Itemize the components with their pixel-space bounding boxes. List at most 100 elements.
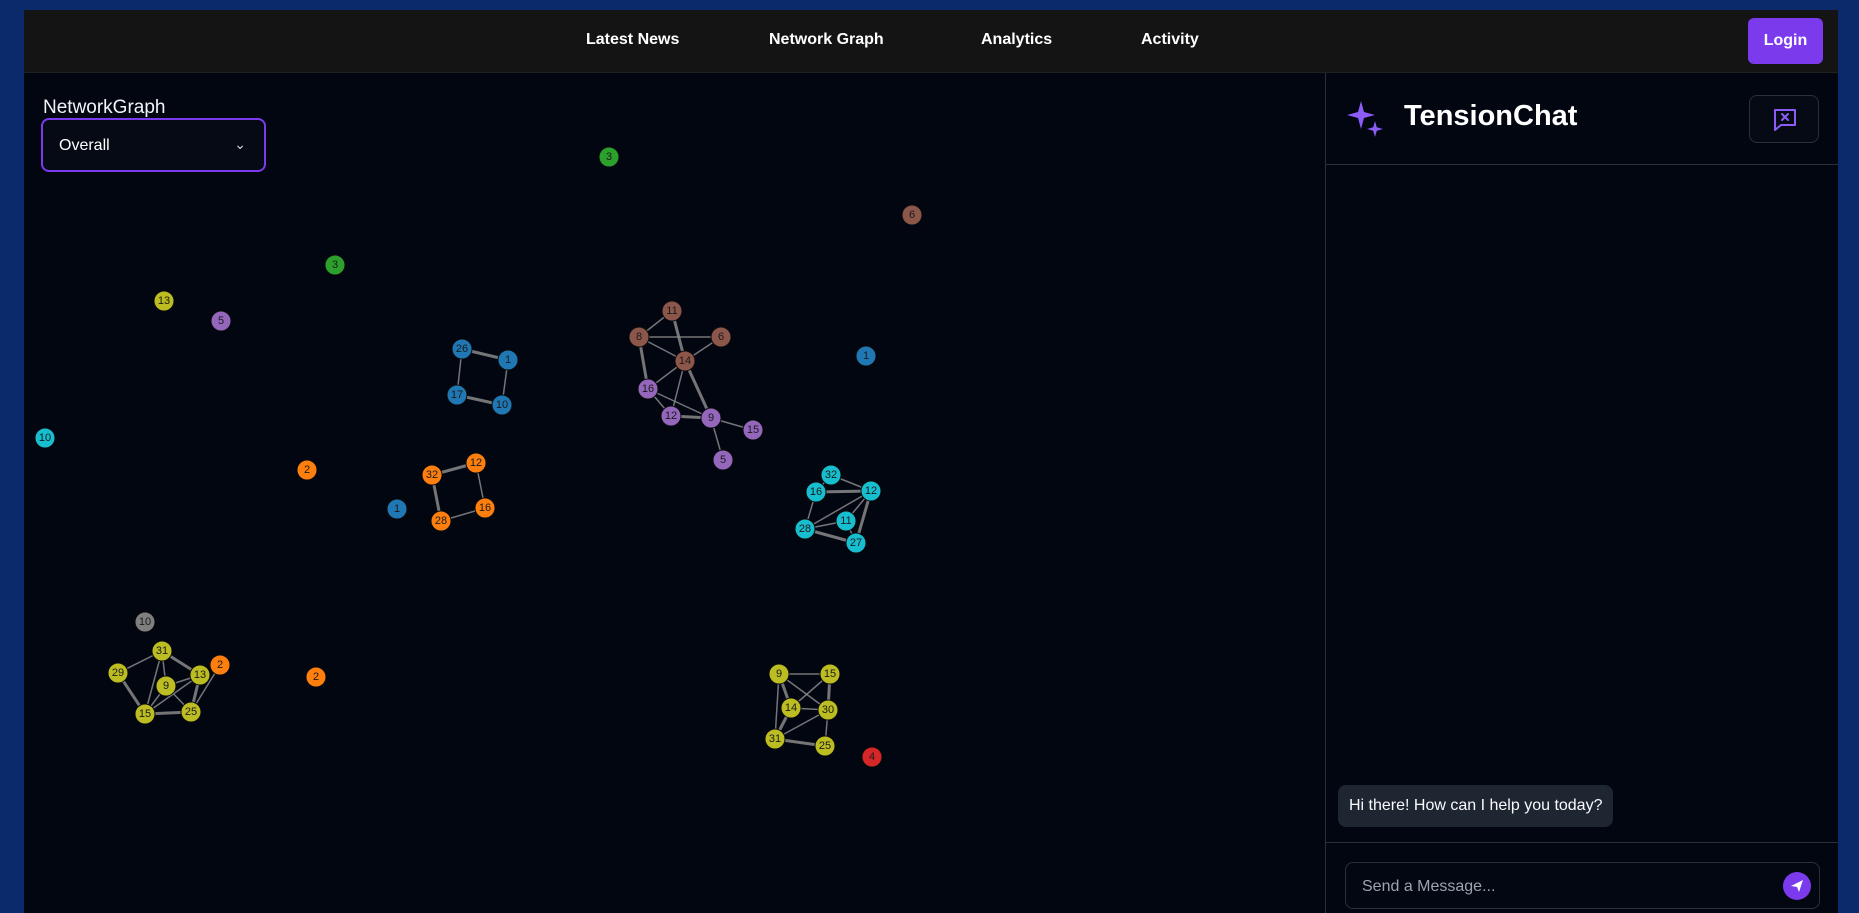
send-message-button[interactable] — [1783, 872, 1811, 900]
graph-node-label: 2 — [217, 659, 223, 671]
chat-message-bot: Hi there! How can I help you today? — [1338, 785, 1614, 827]
graph-node[interactable]: 31 — [764, 728, 786, 750]
graph-node-label: 6 — [909, 209, 915, 221]
graph-node[interactable]: 9 — [155, 675, 177, 697]
graph-node[interactable]: 3 — [324, 254, 346, 276]
app-window: Latest News Network Graph Analytics Acti… — [24, 10, 1838, 913]
graph-node[interactable]: 14 — [780, 697, 802, 719]
graph-node[interactable]: 10 — [34, 427, 56, 449]
close-chat-button[interactable] — [1749, 95, 1819, 143]
graph-node-label: 17 — [451, 389, 463, 401]
graph-node[interactable]: 6 — [901, 204, 923, 226]
graph-node-label: 31 — [156, 645, 168, 657]
graph-node[interactable]: 8 — [628, 326, 650, 348]
graph-node[interactable]: 15 — [742, 419, 764, 441]
nav-link-latest-news[interactable]: Latest News — [586, 31, 679, 49]
graph-node[interactable]: 25 — [814, 735, 836, 757]
graph-node-label: 27 — [850, 537, 862, 549]
graph-node[interactable]: 17 — [446, 384, 468, 406]
graph-node-label: 3 — [606, 151, 612, 163]
graph-node-label: 29 — [112, 667, 124, 679]
graph-node[interactable]: 28 — [794, 518, 816, 540]
nav-link-analytics[interactable]: Analytics — [981, 31, 1052, 49]
graph-node-label: 28 — [435, 515, 447, 527]
graph-node[interactable]: 11 — [661, 300, 683, 322]
graph-node-label: 1 — [505, 354, 511, 366]
graph-node[interactable]: 2 — [305, 666, 327, 688]
graph-node[interactable]: 16 — [474, 497, 496, 519]
graph-node[interactable]: 16 — [637, 378, 659, 400]
graph-node[interactable]: 29 — [107, 662, 129, 684]
graph-node[interactable]: 2 — [209, 654, 231, 676]
graph-node-label: 10 — [496, 399, 508, 411]
graph-node[interactable]: 27 — [845, 532, 867, 554]
graph-node[interactable]: 12 — [860, 480, 882, 502]
network-graph-canvas[interactable]: 363135102611710118 6141612 915512 321216281… — [24, 73, 1324, 913]
graph-filter-select[interactable]: Overall ⌄ — [41, 118, 266, 172]
graph-node-label: 15 — [139, 708, 151, 720]
graph-node-label: 15 — [747, 424, 759, 436]
chat-title: TensionChat — [1404, 100, 1578, 132]
graph-node-label: 10 — [139, 616, 151, 628]
graph-title: NetworkGraph — [43, 97, 166, 118]
graph-filter-select-value: Overall — [59, 137, 110, 154]
chat-header: TensionChat — [1326, 73, 1838, 165]
graph-node[interactable]: 12 — [465, 452, 487, 474]
message-close-icon — [1774, 109, 1796, 131]
chat-input-container — [1345, 862, 1820, 909]
nav-link-activity[interactable]: Activity — [1141, 31, 1199, 49]
graph-node[interactable]: 1 — [497, 349, 519, 371]
login-button[interactable]: Login — [1748, 18, 1823, 64]
graph-node[interactable]: 6 — [710, 326, 732, 348]
graph-node[interactable]: 32 — [820, 464, 842, 486]
graph-node[interactable]: 15 — [134, 703, 156, 725]
graph-node[interactable]: 13 — [153, 290, 175, 312]
graph-node[interactable]: 30 — [817, 699, 839, 721]
graph-node[interactable]: 13 — [189, 664, 211, 686]
graph-node-label: 13 — [158, 295, 170, 307]
graph-node-label: 11 — [666, 305, 677, 317]
graph-node-label: 26 — [456, 343, 468, 355]
graph-node[interactable]: 1 — [855, 345, 877, 367]
nav-link-network-graph[interactable]: Network Graph — [769, 31, 884, 49]
graph-node[interactable]: 28 — [430, 510, 452, 532]
graph-node-label: 8 — [636, 331, 642, 343]
graph-node[interactable]: 4 — [861, 746, 883, 768]
chevron-down-icon: ⌄ — [234, 136, 246, 152]
graph-node[interactable]: 31 — [151, 640, 173, 662]
graph-node[interactable]: 3 — [598, 146, 620, 168]
graph-node-label: 12 — [865, 485, 877, 497]
graph-node[interactable]: 9 — [700, 407, 722, 429]
graph-node[interactable]: 10 — [491, 394, 513, 416]
graph-node[interactable]: 32 — [421, 464, 443, 486]
graph-node-label: 2 — [313, 671, 319, 683]
graph-node[interactable]: 12 — [660, 405, 682, 427]
graph-node-label: 9 — [163, 680, 169, 692]
graph-node[interactable]: 15 — [819, 663, 841, 685]
graph-node[interactable]: 9 — [768, 663, 790, 685]
graph-node[interactable]: 14 — [674, 350, 696, 372]
graph-node-label: 9 — [708, 412, 714, 424]
graph-node[interactable]: 16 — [805, 481, 827, 503]
graph-node-label: 6 — [718, 331, 724, 343]
graph-node[interactable]: 5 — [210, 310, 232, 332]
graph-node-label: 2 — [304, 464, 310, 476]
graph-node-label: 16 — [810, 486, 822, 498]
graph-node-label: 1 — [863, 350, 869, 362]
graph-node[interactable]: 10 — [134, 611, 156, 633]
graph-node[interactable]: 11 — [835, 510, 857, 532]
graph-node-label: 11 — [840, 515, 851, 527]
graph-node-label: 12 — [665, 410, 677, 422]
graph-node-label: 31 — [769, 733, 781, 745]
graph-node-label: 25 — [185, 706, 197, 718]
graph-node[interactable]: 25 — [180, 701, 202, 723]
graph-node[interactable]: 1 — [386, 498, 408, 520]
graph-node-label: 9 — [776, 668, 782, 680]
graph-node-label: 30 — [822, 704, 834, 716]
chat-message-input[interactable] — [1360, 875, 1764, 899]
graph-node-label: 32 — [825, 469, 837, 481]
graph-node[interactable]: 5 — [712, 449, 734, 471]
graph-node[interactable]: 2 — [296, 459, 318, 481]
graph-node-label: 12 — [470, 457, 482, 469]
graph-node[interactable]: 26 — [451, 338, 473, 360]
